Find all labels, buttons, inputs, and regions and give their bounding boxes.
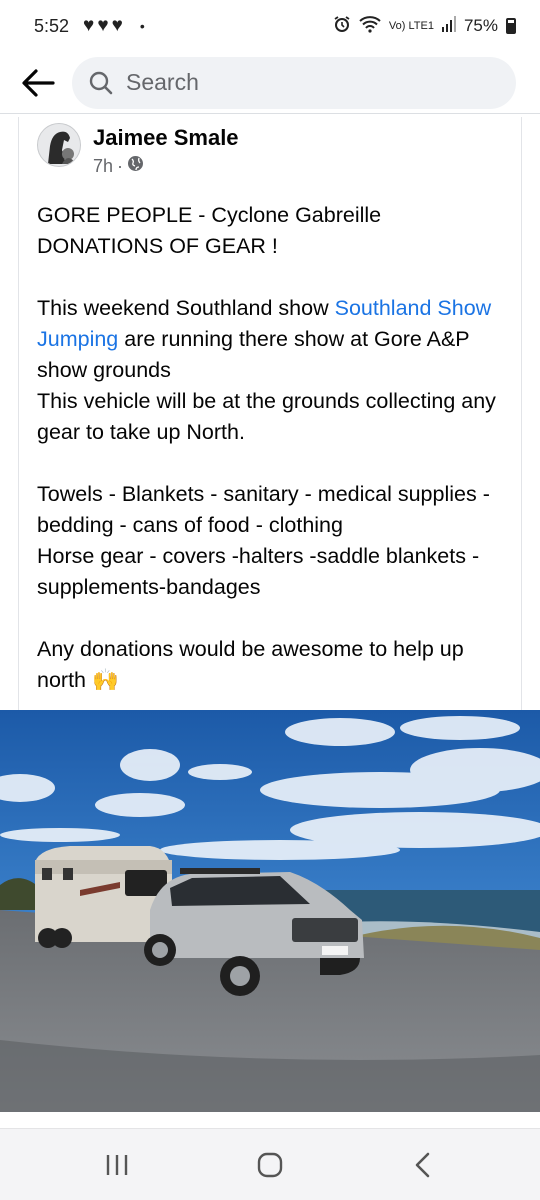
post-header: Jaimee Smale 7h · — [37, 123, 239, 177]
search-field[interactable] — [72, 56, 516, 109]
post-paragraph: This weekend Southland show Southland Sh… — [37, 293, 507, 448]
post-photo[interactable] — [0, 710, 540, 1112]
back-arrow-icon — [22, 68, 55, 97]
search-icon — [89, 71, 113, 94]
search-input[interactable] — [124, 68, 428, 97]
wifi-icon — [359, 15, 381, 38]
raised-hands-emoji: 🙌 — [92, 668, 119, 692]
signal-icon — [441, 15, 456, 37]
more-notifications-dot: • — [139, 18, 145, 34]
status-left: 5:52 ♥♥♥ • — [34, 15, 145, 37]
status-bar: 5:52 ♥♥♥ • Vo) LTE1 75% — [0, 0, 540, 52]
post-meta: 7h · — [93, 155, 239, 177]
status-right: Vo) LTE1 75% — [333, 15, 516, 38]
post-paragraph: Any donations would be awesome to help u… — [37, 634, 507, 696]
recent-apps-button[interactable] — [87, 1135, 147, 1195]
photo-vehicle-with-horse-float — [0, 710, 540, 1112]
clock: 5:52 — [34, 15, 70, 36]
search-header — [0, 52, 540, 114]
post-text: Horse gear - covers -halters -saddle bla… — [37, 544, 480, 599]
post-paragraph: GORE PEOPLE - Cyclone Gabreille DONATION… — [37, 203, 382, 258]
heart-notification-icons: ♥♥♥ — [83, 15, 126, 36]
meta-separator: · — [117, 155, 124, 176]
system-back-button[interactable] — [393, 1135, 453, 1195]
post-body: GORE PEOPLE - Cyclone Gabreille DONATION… — [37, 200, 507, 727]
globe-icon — [127, 155, 144, 177]
avatar[interactable] — [37, 123, 81, 167]
author-block: Jaimee Smale 7h · — [93, 123, 239, 177]
home-button[interactable] — [240, 1135, 300, 1195]
network-label: Vo) LTE1 — [388, 19, 434, 32]
author-name[interactable]: Jaimee Smale — [93, 123, 239, 153]
back-button[interactable] — [16, 61, 60, 105]
post-text: This vehicle will be at the grounds coll… — [37, 389, 496, 444]
system-nav-bar — [0, 1128, 540, 1200]
post-paragraph: Towels - Blankets - sanitary - medical s… — [37, 479, 507, 603]
post-card: Jaimee Smale 7h · GORE PEOPLE - Cyclone … — [18, 117, 522, 712]
battery-icon — [506, 18, 516, 34]
home-icon — [257, 1152, 283, 1177]
recent-apps-icon — [106, 1154, 127, 1175]
battery-percent: 75% — [463, 16, 498, 35]
back-chevron-icon — [416, 1152, 430, 1177]
post-time[interactable]: 7h — [93, 156, 113, 177]
alarm-icon — [333, 15, 351, 38]
post-text: Towels - Blankets - sanitary - medical s… — [37, 482, 490, 537]
post-text: This weekend Southland show — [37, 296, 335, 320]
